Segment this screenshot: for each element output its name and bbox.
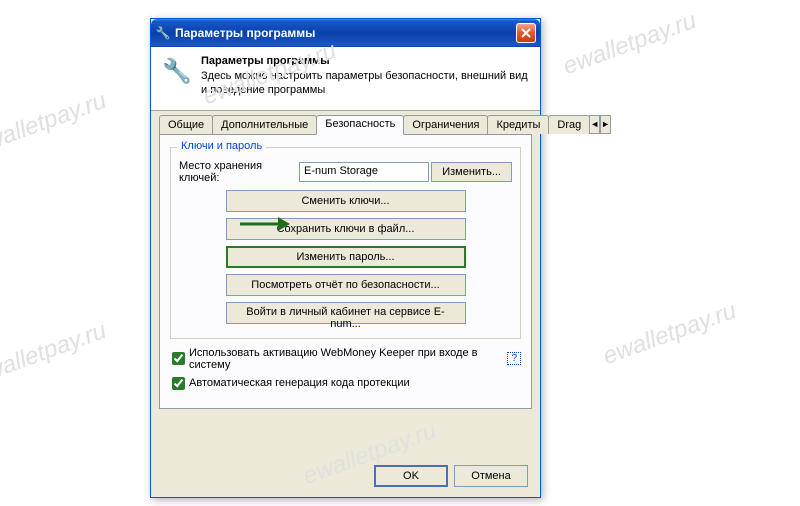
autogen-label: Автоматическая генерация кода протекции (189, 377, 410, 389)
tab-credits[interactable]: Кредиты (487, 115, 549, 134)
enum-cabinet-button[interactable]: Войти в личный кабинет на сервисе E-num.… (226, 302, 466, 324)
dialog-footer: OK Отмена (374, 465, 528, 487)
keys-password-group: Ключи и пароль Место хранения ключей: E-… (170, 147, 521, 339)
tab-strip: Общие Дополнительные Безопасность Ограни… (159, 115, 532, 134)
titlebar[interactable]: 🔧 Параметры программы (151, 19, 540, 47)
tab-scroll-right[interactable]: ► (600, 115, 611, 134)
autogen-checkbox-row: Автоматическая генерация кода протекции (170, 377, 521, 390)
header-description: Здесь можно настроить параметры безопасн… (201, 69, 530, 98)
header-title: Параметры программы (201, 55, 530, 67)
close-button[interactable] (516, 23, 536, 43)
settings-dialog: 🔧 Параметры программы 🔧 Параметры програ… (150, 18, 541, 498)
watermark: ewalletpay.ru (0, 317, 110, 391)
key-location-value: E-num Storage (299, 162, 429, 182)
change-keys-button[interactable]: Сменить ключи... (226, 190, 466, 212)
tab-additional[interactable]: Дополнительные (212, 115, 317, 134)
titlebar-text: Параметры программы (175, 26, 516, 40)
tab-security[interactable]: Безопасность (316, 115, 404, 135)
key-location-label: Место хранения ключей: (179, 160, 299, 184)
wrench-icon: 🔧 (161, 55, 193, 87)
watermark: ewalletpay.ru (599, 297, 740, 371)
tab-content-security: Ключи и пароль Место хранения ключей: E-… (159, 134, 532, 409)
help-link[interactable]: ? (507, 352, 521, 365)
wrench-icon: 🔧 (155, 25, 171, 41)
change-password-button[interactable]: Изменить пароль... (226, 246, 466, 268)
cancel-button[interactable]: Отмена (454, 465, 528, 487)
security-report-button[interactable]: Посмотреть отчёт по безопасности... (226, 274, 466, 296)
autogen-checkbox[interactable] (172, 377, 185, 390)
groupbox-title: Ключи и пароль (177, 140, 266, 152)
watermark: ewalletpay.ru (0, 87, 110, 161)
change-location-button[interactable]: Изменить... (431, 162, 512, 182)
tab-scroll-left[interactable]: ◄ (589, 115, 600, 134)
activation-label: Использовать активацию WebMoney Keeper п… (189, 347, 501, 371)
tab-limits[interactable]: Ограничения (403, 115, 488, 134)
watermark: ewalletpay.ru (559, 7, 700, 81)
tab-general[interactable]: Общие (159, 115, 213, 134)
ok-button[interactable]: OK (374, 465, 448, 487)
activation-checkbox[interactable] (172, 352, 185, 365)
tab-drag[interactable]: Drag (548, 115, 590, 134)
annotation-arrow (240, 215, 290, 233)
dialog-header: 🔧 Параметры программы Здесь можно настро… (151, 47, 540, 111)
activation-checkbox-row: Использовать активацию WebMoney Keeper п… (170, 347, 521, 371)
